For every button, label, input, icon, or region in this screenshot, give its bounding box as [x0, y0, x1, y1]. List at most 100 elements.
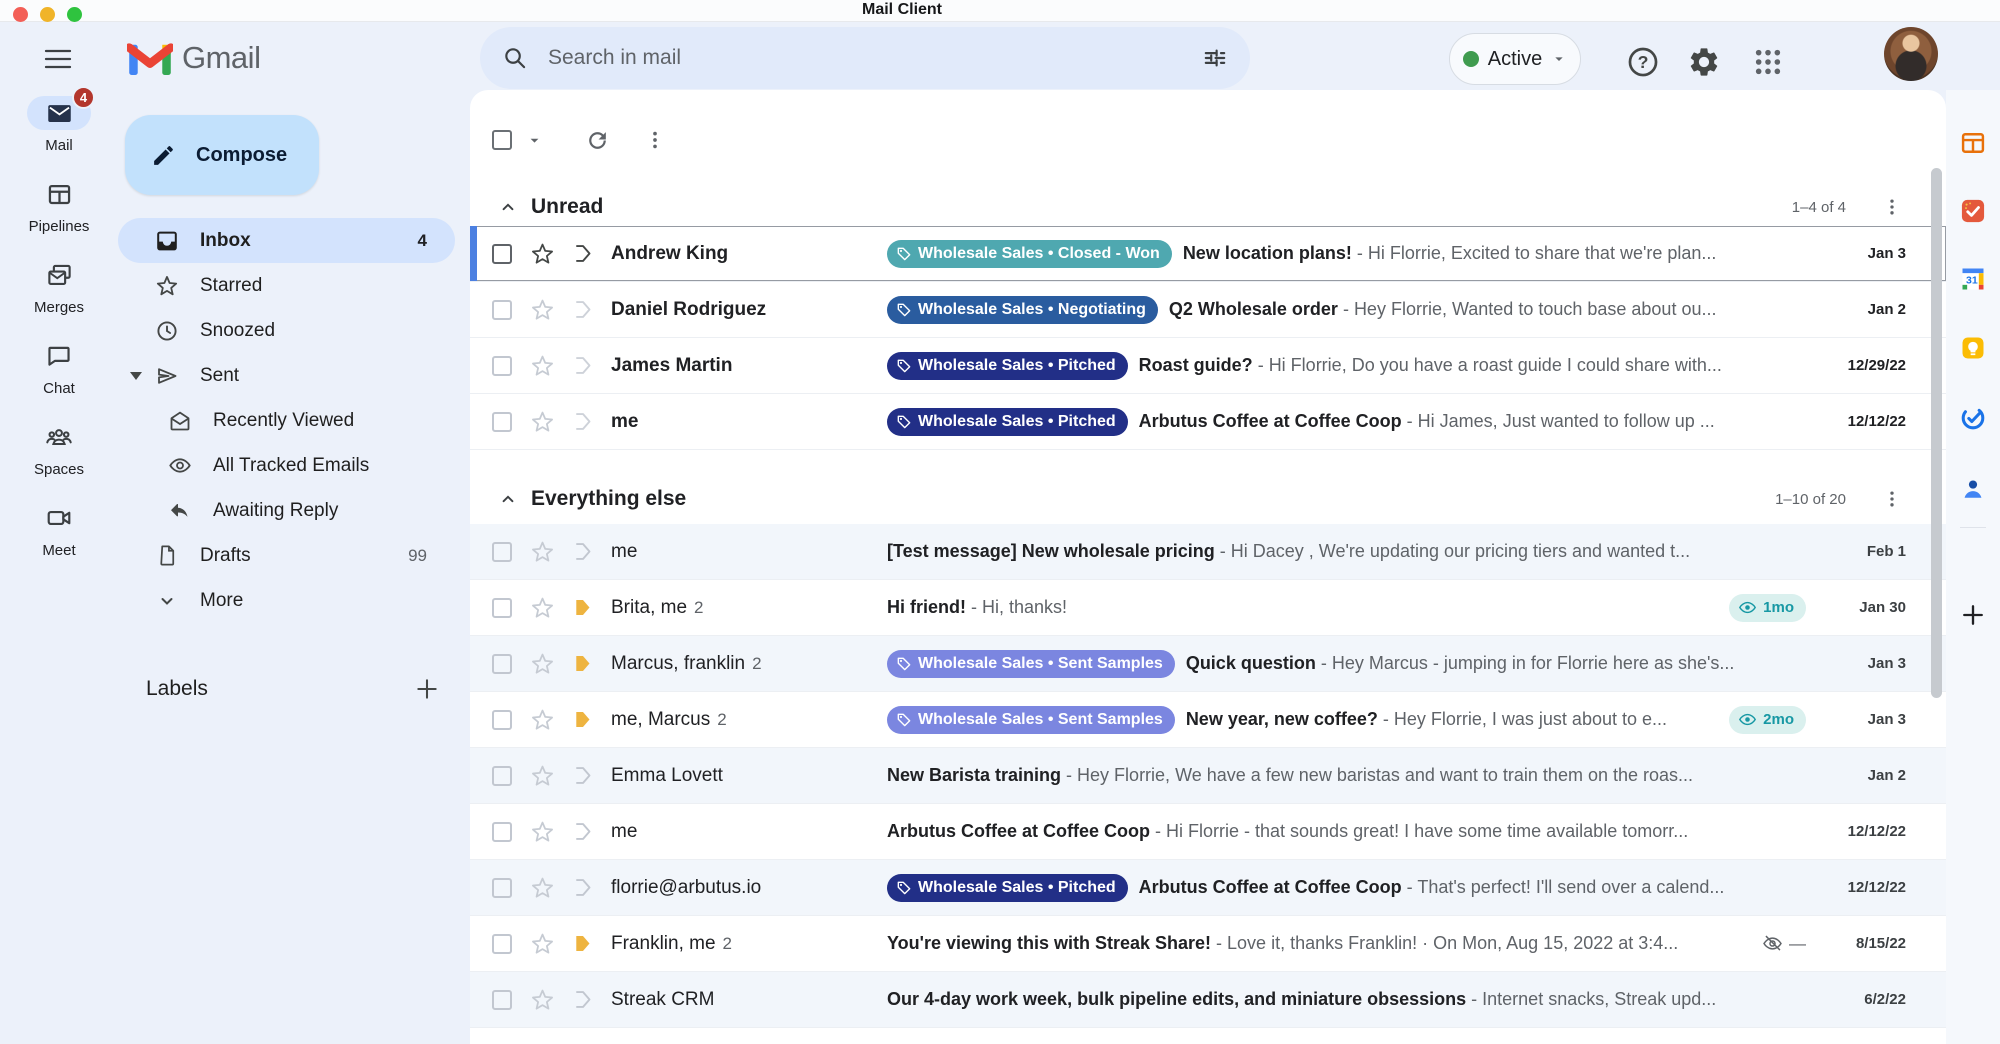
check-task-orange-icon[interactable] — [1956, 194, 1990, 228]
streak-pipeline-icon[interactable] — [571, 242, 594, 265]
nav-rail-meet[interactable]: Meet — [0, 501, 118, 559]
star-icon[interactable] — [530, 931, 555, 956]
pipeline-stage-chip[interactable]: Wholesale Sales • Pitched — [887, 408, 1128, 436]
star-icon[interactable] — [530, 763, 555, 788]
star-icon[interactable] — [530, 987, 555, 1012]
refresh-button[interactable] — [579, 122, 615, 158]
email-row[interactable]: meArbutus Coffee at Coffee Coop - Hi Flo… — [470, 804, 1946, 860]
collapse-sent-icon[interactable] — [130, 372, 142, 380]
row-checkbox[interactable] — [492, 766, 512, 786]
row-checkbox[interactable] — [492, 542, 512, 562]
star-icon[interactable] — [530, 409, 555, 434]
star-icon[interactable] — [530, 539, 555, 564]
streak-pipeline-icon[interactable] — [571, 540, 594, 563]
search-input[interactable] — [546, 45, 1184, 71]
star-icon[interactable] — [530, 595, 555, 620]
star-icon[interactable] — [530, 241, 555, 266]
pipeline-stage-chip[interactable]: Wholesale Sales • Pitched — [887, 874, 1128, 902]
fullscreen-window-button[interactable] — [67, 7, 82, 22]
email-row[interactable]: Andrew KingWholesale Sales • Closed - Wo… — [470, 226, 1946, 282]
streak-pipeline-icon[interactable] — [571, 764, 594, 787]
star-icon[interactable] — [530, 707, 555, 732]
search-filters-icon[interactable] — [1202, 45, 1228, 71]
nav-rail-mail[interactable]: 4 Mail — [0, 96, 118, 154]
select-all-checkbox[interactable] — [492, 130, 512, 150]
select-dropdown-icon[interactable] — [526, 132, 543, 149]
google-apps-button[interactable] — [1750, 44, 1786, 80]
streak-pipeline-icon[interactable] — [571, 988, 594, 1011]
add-addon-icon[interactable] — [1956, 598, 1990, 632]
close-window-button[interactable] — [13, 7, 28, 22]
sidebar-item-more[interactable]: More — [118, 578, 455, 623]
nav-rail-pipelines[interactable]: Pipelines — [0, 177, 118, 235]
sidebar-item-drafts[interactable]: Drafts 99 — [118, 533, 455, 578]
email-row[interactable]: Marcus, franklin2Wholesale Sales • Sent … — [470, 636, 1946, 692]
star-icon[interactable] — [530, 875, 555, 900]
sidebar-item-starred[interactable]: Starred — [118, 263, 455, 308]
streak-pipeline-icon[interactable] — [571, 298, 594, 321]
tasks-icon[interactable] — [1956, 401, 1990, 435]
pipeline-stage-chip[interactable]: Wholesale Sales • Pitched — [887, 352, 1128, 380]
row-checkbox[interactable] — [492, 878, 512, 898]
calendar-icon[interactable]: 31 — [1956, 262, 1990, 296]
row-checkbox[interactable] — [492, 822, 512, 842]
settings-button[interactable] — [1686, 44, 1722, 80]
streak-pipeline-icon[interactable] — [571, 932, 594, 955]
email-row[interactable]: meWholesale Sales • PitchedArbutus Coffe… — [470, 394, 1946, 450]
streak-pipeline-icon[interactable] — [571, 820, 594, 843]
row-checkbox[interactable] — [492, 300, 512, 320]
row-checkbox[interactable] — [492, 412, 512, 432]
email-row[interactable]: Franklin, me2You're viewing this with St… — [470, 916, 1946, 972]
row-checkbox[interactable] — [492, 710, 512, 730]
star-icon[interactable] — [530, 353, 555, 378]
email-row[interactable]: Brita, me2Hi friend! - Hi, thanks!1moJan… — [470, 580, 1946, 636]
row-checkbox[interactable] — [492, 990, 512, 1010]
streak-pipeline-icon[interactable] — [571, 652, 594, 675]
help-button[interactable]: ? — [1625, 44, 1661, 80]
nav-rail-chat[interactable]: Chat — [0, 339, 118, 397]
account-avatar[interactable] — [1884, 27, 1938, 81]
collapse-section-icon[interactable] — [497, 488, 519, 510]
nav-rail-spaces[interactable]: Spaces — [0, 420, 118, 478]
section-menu-button[interactable] — [1882, 197, 1902, 217]
email-row[interactable]: Streak CRMOur 4-day work week, bulk pipe… — [470, 972, 1946, 1028]
row-checkbox[interactable] — [492, 244, 512, 264]
row-checkbox[interactable] — [492, 356, 512, 376]
keep-icon[interactable] — [1956, 331, 1990, 365]
sidebar-item-snoozed[interactable]: Snoozed — [118, 308, 455, 353]
sidebar-item-inbox[interactable]: Inbox 4 — [118, 218, 455, 263]
nav-rail-merges[interactable]: Merges — [0, 258, 118, 316]
streak-status-dropdown[interactable]: Active — [1449, 33, 1581, 85]
row-checkbox[interactable] — [492, 654, 512, 674]
create-label-button[interactable] — [412, 674, 442, 704]
compose-button[interactable]: Compose — [125, 115, 319, 195]
section-menu-button[interactable] — [1882, 489, 1902, 509]
row-checkbox[interactable] — [492, 598, 512, 618]
email-row[interactable]: florrie@arbutus.ioWholesale Sales • Pitc… — [470, 860, 1946, 916]
pipeline-stage-chip[interactable]: Wholesale Sales • Closed - Won — [887, 240, 1172, 268]
star-icon[interactable] — [530, 297, 555, 322]
streak-pipelines-icon[interactable] — [1956, 126, 1990, 160]
contacts-icon[interactable] — [1956, 472, 1990, 506]
email-row[interactable]: Daniel RodriguezWholesale Sales • Negoti… — [470, 282, 1946, 338]
streak-pipeline-icon[interactable] — [571, 596, 594, 619]
streak-pipeline-icon[interactable] — [571, 410, 594, 433]
row-checkbox[interactable] — [492, 934, 512, 954]
pipeline-stage-chip[interactable]: Wholesale Sales • Sent Samples — [887, 706, 1175, 734]
pipeline-stage-chip[interactable]: Wholesale Sales • Negotiating — [887, 296, 1158, 324]
collapse-section-icon[interactable] — [497, 196, 519, 218]
sidebar-item-recently-viewed[interactable]: Recently Viewed — [118, 398, 455, 443]
email-row[interactable]: me[Test message] New wholesale pricing -… — [470, 524, 1946, 580]
sidebar-item-sent[interactable]: Sent — [118, 353, 455, 398]
list-scrollbar[interactable] — [1931, 168, 1942, 698]
star-icon[interactable] — [530, 651, 555, 676]
streak-pipeline-icon[interactable] — [571, 876, 594, 899]
star-icon[interactable] — [530, 819, 555, 844]
more-actions-button[interactable] — [637, 122, 673, 158]
pipeline-stage-chip[interactable]: Wholesale Sales • Sent Samples — [887, 650, 1175, 678]
email-row[interactable]: me, Marcus2Wholesale Sales • Sent Sample… — [470, 692, 1946, 748]
sidebar-item-awaiting-reply[interactable]: Awaiting Reply — [118, 488, 455, 533]
streak-pipeline-icon[interactable] — [571, 708, 594, 731]
search-bar[interactable] — [480, 27, 1250, 89]
email-row[interactable]: Emma LovettNew Barista training - Hey Fl… — [470, 748, 1946, 804]
